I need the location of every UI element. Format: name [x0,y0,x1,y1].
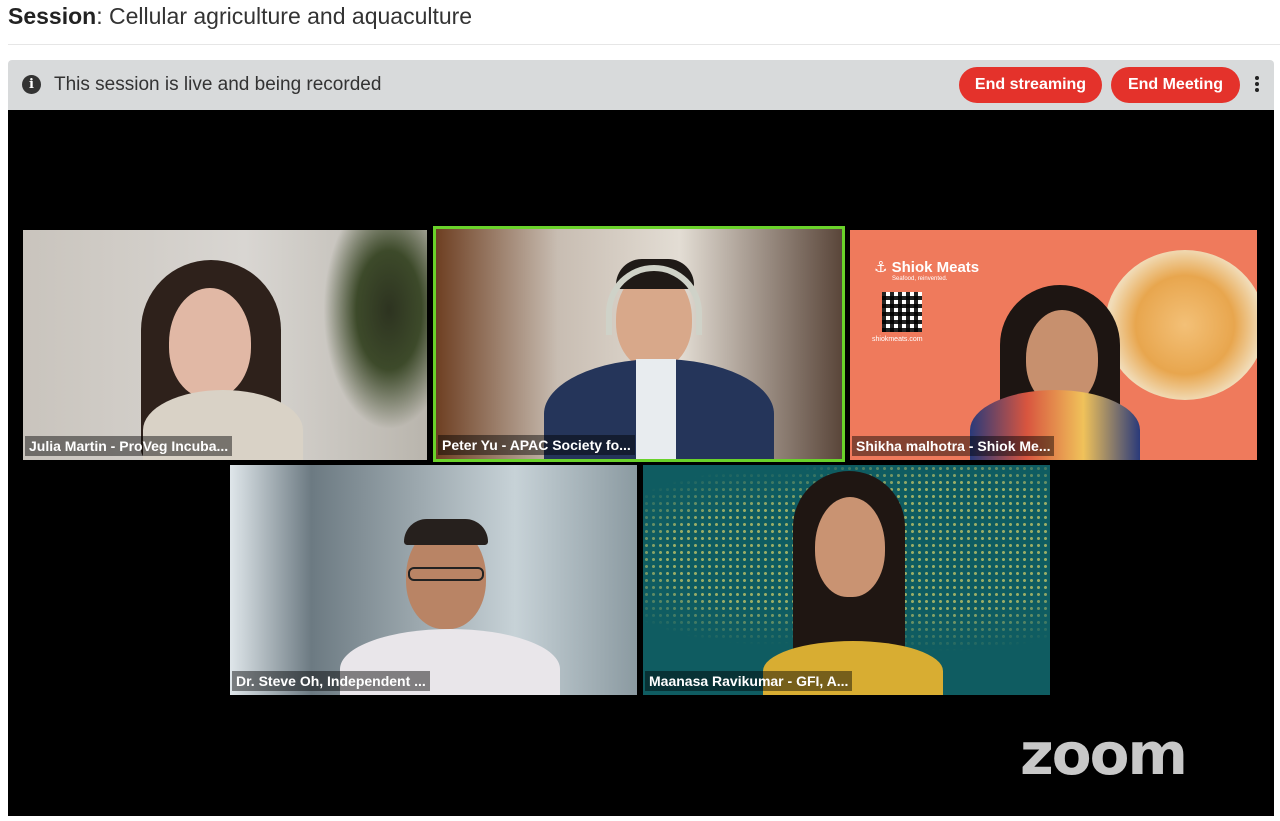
plant-decoration [323,230,427,430]
session-name: : Cellular agriculture and aquaculture [96,3,473,29]
participant-tile-peter[interactable]: Peter Yu - APAC Society fo... [433,226,845,462]
zoom-logo: zoom [1020,720,1188,788]
dumplings-plate [1105,250,1257,400]
brand-name: Shiok Meats [891,259,980,276]
session-label: Session [8,3,97,29]
participant-name: Peter Yu - APAC Society fo... [438,435,635,455]
live-banner: i This session is live and being recorde… [8,60,1274,110]
session-title: Session: Cellular agriculture and aquacu… [8,2,472,30]
end-meeting-button[interactable]: End Meeting [1111,67,1240,103]
face [169,288,251,398]
kebab-menu-icon[interactable] [1252,76,1262,96]
divider [8,44,1280,45]
hook-icon: ⚓ [874,259,888,276]
live-status-text: This session is live and being recorded [54,74,382,95]
participant-tile-steve[interactable]: Dr. Steve Oh, Independent ... [230,465,637,695]
participant-name: Maanasa Ravikumar - GFI, A... [645,671,853,691]
participant-name: Dr. Steve Oh, Independent ... [232,671,430,691]
glasses-icon [408,567,484,581]
video-stage: Julia Martin - ProVeg Incuba... Peter Yu… [8,110,1274,816]
participant-name: Julia Martin - ProVeg Incuba... [25,436,233,456]
participant-name: Shikha malhotra - Shiok Me... [852,436,1055,456]
participant-tile-julia[interactable]: Julia Martin - ProVeg Incuba... [23,230,427,460]
brand-logo: ⚓ Shiok Meats Seafood, reinvented. [874,258,979,282]
end-streaming-button[interactable]: End streaming [959,67,1102,103]
participant-tile-maanasa[interactable]: Maanasa Ravikumar - GFI, A... [643,465,1050,695]
brand-url: shiokmeats.com [872,336,923,343]
qr-code [882,292,922,332]
info-icon: i [22,75,41,94]
face [815,497,885,597]
brand-tagline: Seafood, reinvented. [892,276,948,282]
participant-tile-shikha[interactable]: ⚓ Shiok Meats Seafood, reinvented. shiok… [850,230,1257,460]
hair [404,519,488,545]
shirt [636,359,676,459]
